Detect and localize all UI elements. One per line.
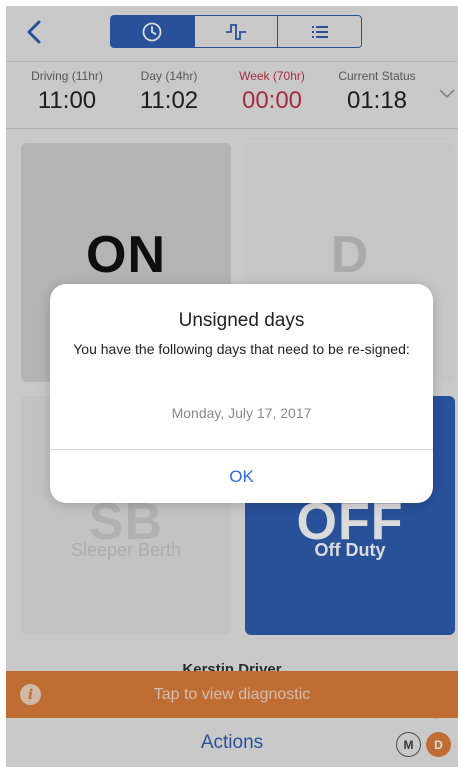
dialog-title: Unsigned days: [178, 310, 305, 331]
ok-button[interactable]: OK: [50, 450, 433, 503]
unsigned-date: Monday, July 17, 2017: [171, 405, 312, 421]
app-screen: Driving (11hr) 11:00 Day (14hr) 11:02 We…: [6, 6, 458, 767]
unsigned-days-dialog: Unsigned days You have the following day…: [50, 284, 433, 503]
dialog-message: You have the following days that need to…: [73, 341, 410, 357]
